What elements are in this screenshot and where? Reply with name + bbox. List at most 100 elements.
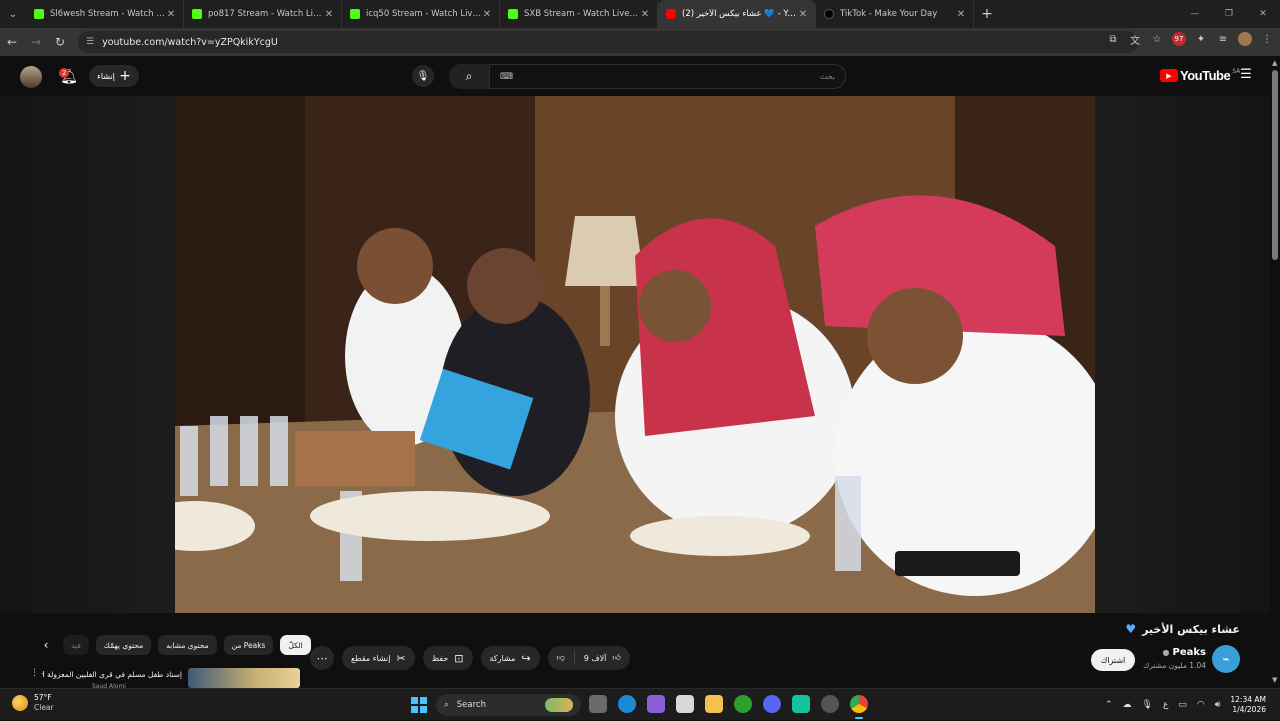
dislike-button[interactable]: 👎︎	[548, 646, 574, 670]
browser-tab[interactable]: icq50 Stream - Watch Live on Kick ✕	[342, 0, 500, 28]
tab-search-icon[interactable]: ⌄	[0, 0, 26, 28]
store-icon[interactable]	[676, 695, 694, 713]
channel-avatar[interactable]: ⌁	[1212, 645, 1240, 673]
chip-for-you[interactable]: محتوى يهمّك	[95, 635, 152, 655]
discord-icon[interactable]	[763, 695, 781, 713]
edge-icon[interactable]	[618, 695, 636, 713]
tab-close-icon[interactable]: ✕	[639, 9, 651, 20]
restore-icon[interactable]: ❐	[1212, 0, 1246, 28]
save-button[interactable]: حفظ ⊡	[422, 646, 473, 670]
more-actions-icon[interactable]: ⋯	[310, 646, 334, 670]
reading-list-icon[interactable]: ≡	[1216, 32, 1230, 46]
scroll-up-arrow-icon[interactable]: ▲	[1272, 59, 1277, 67]
weather-condition: Clear	[34, 703, 54, 712]
scrollbar-thumb[interactable]	[1272, 70, 1278, 260]
tab-close-icon[interactable]: ✕	[481, 9, 493, 20]
minimize-icon[interactable]: —	[1178, 0, 1212, 28]
video-title-text: عشاء بيكس الأخير	[1142, 622, 1240, 636]
like-button[interactable]: 9 آلاف 👍︎	[575, 646, 630, 670]
clip-button[interactable]: إنشاء مقطع ✂	[342, 646, 415, 670]
tab-close-icon[interactable]: ✕	[797, 9, 809, 20]
share-button[interactable]: مشاركة ↪	[480, 646, 540, 670]
chevron-left-icon[interactable]: ‹	[36, 635, 56, 655]
back-icon[interactable]: ←	[0, 35, 24, 49]
volume-icon[interactable]: 🔊︎	[1215, 700, 1221, 710]
share-label: مشاركة	[489, 653, 516, 663]
bookmark-star-icon[interactable]: ☆	[1150, 32, 1164, 46]
recommended-thumbnail[interactable]	[188, 668, 300, 688]
browser-tab[interactable]: TikTok - Make Your Day ✕	[816, 0, 974, 28]
video-title: عشاء بيكس الأخير ♥	[1125, 622, 1240, 636]
search-input[interactable]: ⌨ بحث	[489, 64, 846, 89]
clock[interactable]: 12:34 AM 1/4/2026	[1230, 695, 1266, 715]
chrome-icon[interactable]	[850, 695, 868, 719]
keyboard-icon[interactable]: ⌨	[500, 72, 513, 82]
tab-title: SXB Stream - Watch Live on Kick	[524, 9, 639, 19]
subscribe-button[interactable]: اشتراك	[1091, 649, 1135, 671]
search-button[interactable]: ⌕	[449, 64, 489, 89]
create-button[interactable]: إنشاء +	[89, 65, 139, 87]
related-chips: ‹ فيد محتوى يهمّك محتوى مشابه من Peaks ا…	[36, 634, 311, 656]
forward-icon[interactable]: →	[24, 35, 48, 49]
chip-feed[interactable]: فيد	[63, 635, 89, 655]
tray-mic-icon[interactable]: 🎙︎	[1142, 700, 1153, 710]
tab-close-icon[interactable]: ✕	[955, 9, 967, 20]
tray-overflow-chevron-icon[interactable]: ⌃	[1105, 700, 1113, 710]
clock-time: 12:34 AM	[1230, 695, 1266, 704]
translate-icon[interactable]: 文	[1128, 32, 1142, 47]
chip-all[interactable]: الكلّ	[280, 635, 311, 655]
chip-similar[interactable]: محتوى مشابه	[158, 635, 217, 655]
site-info-icon[interactable]: ☰	[86, 37, 94, 47]
wifi-icon[interactable]: ◠	[1197, 700, 1205, 710]
pinned-apps	[589, 695, 868, 719]
profile-avatar-icon[interactable]	[1238, 32, 1252, 46]
browser-tab-active[interactable]: (2) عشاء بيكس الأخير 💙 - YouTube ✕	[658, 0, 816, 28]
chip-from-channel[interactable]: من Peaks	[223, 635, 274, 655]
copilot-icon[interactable]	[647, 695, 665, 713]
cast-icon[interactable]: ⧉	[1106, 32, 1120, 46]
scroll-down-arrow-icon[interactable]: ▼	[1272, 676, 1277, 684]
taskbar-search[interactable]: ⌕ Search	[436, 694, 581, 716]
task-view-icon[interactable]	[589, 695, 607, 713]
more-options-icon[interactable]: ⋮	[30, 668, 42, 678]
save-label: حفظ	[431, 653, 449, 663]
video-actions: ⋯ إنشاء مقطع ✂ حفظ ⊡ مشاركة ↪ 👎︎ 9 آلاف …	[310, 646, 630, 670]
address-bar[interactable]: ☰ youtube.com/watch?v=yZPQkikYcgU	[78, 31, 1138, 53]
voice-search-mic-icon[interactable]: 🎙︎	[412, 65, 434, 87]
display-icon[interactable]: ▭	[1178, 700, 1187, 710]
clip-label: إنشاء مقطع	[351, 653, 391, 663]
tab-close-icon[interactable]: ✕	[323, 9, 335, 20]
youtube-logo[interactable]: ▶ YouTube SA	[1160, 68, 1240, 83]
kick-icon	[192, 9, 202, 19]
tab-close-icon[interactable]: ✕	[165, 9, 177, 20]
weather-text: 57°F Clear	[34, 693, 54, 713]
new-tab-button[interactable]: +	[974, 6, 1000, 22]
page-scrollbar[interactable]: ▲ ▼	[1270, 56, 1280, 688]
settings-gear-icon[interactable]	[821, 695, 839, 713]
reload-icon[interactable]: ↻	[48, 35, 72, 49]
guide-menu-icon[interactable]: ☰	[1238, 68, 1254, 84]
account-avatar[interactable]	[20, 66, 42, 88]
browser-tab[interactable]: po817 Stream - Watch Live on Kick ✕	[184, 0, 342, 28]
video-player[interactable]	[175, 96, 1095, 613]
extensions-puzzle-icon[interactable]: ✦	[1194, 32, 1208, 46]
weather-widget[interactable]: 57°F Clear	[12, 693, 54, 713]
channel-name-row[interactable]: ● Peaks	[1163, 647, 1206, 658]
kick-app-icon[interactable]	[792, 695, 810, 713]
close-window-icon[interactable]: ✕	[1246, 0, 1280, 28]
browser-menu-icon[interactable]: ⋮	[1260, 32, 1274, 46]
input-language[interactable]: ع	[1163, 700, 1168, 710]
browser-tab[interactable]: SXB Stream - Watch Live on Kick ✕	[500, 0, 658, 28]
browser-tab[interactable]: Sl6wesh Stream - Watch Live on Kick ✕	[26, 0, 184, 28]
windows-start-icon[interactable]	[411, 697, 427, 713]
window-controls: — ❐ ✕	[1178, 0, 1280, 28]
recommended-video[interactable]: ⋮ إسناد طفل مسلم في قرى الفلبين المعزولة…	[30, 668, 300, 688]
xbox-icon[interactable]	[734, 695, 752, 713]
kick-icon	[350, 9, 360, 19]
tab-title: (2) عشاء بيكس الأخير 💙 - YouTube	[682, 9, 797, 19]
recommended-title: إسناد طفل مسلم في قرى الفلبين المعزولة P…	[42, 670, 182, 679]
file-explorer-icon[interactable]	[705, 695, 723, 713]
extension-icon[interactable]: 97	[1172, 32, 1186, 46]
player-container	[0, 96, 1270, 613]
onedrive-cloud-icon[interactable]: ☁	[1123, 700, 1132, 710]
